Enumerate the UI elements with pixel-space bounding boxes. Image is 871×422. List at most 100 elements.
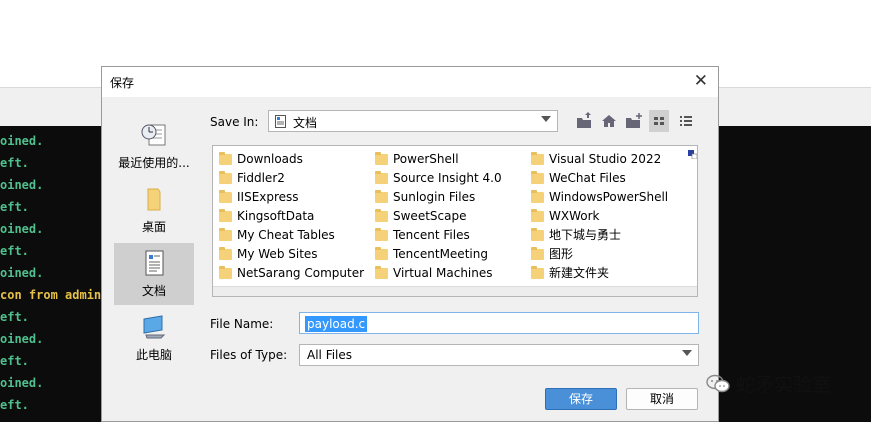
file-type-value: All Files — [307, 348, 353, 362]
folder-name: SweetScape — [393, 209, 467, 223]
terminal-line: eft. — [0, 354, 29, 368]
folder-icon — [531, 247, 544, 260]
new-folder-button[interactable] — [624, 110, 644, 132]
desktop-folder-icon — [147, 188, 161, 211]
terminal-lines: oined. eft. oined. eft. oined. eft. oined. con … — [0, 130, 110, 416]
save-button[interactable]: 保存 — [545, 388, 617, 410]
wechat-icon — [706, 374, 730, 393]
folder-icon — [531, 266, 544, 279]
folder-item[interactable]: My Cheat Tables — [215, 226, 364, 245]
folder-item[interactable]: NetSarang Computer — [215, 264, 364, 283]
folder-item[interactable]: TencentMeeting — [371, 245, 502, 264]
place-label: 文档 — [141, 284, 166, 298]
file-type-label: Files of Type: — [210, 348, 288, 362]
folder-item[interactable]: Downloads — [215, 150, 364, 169]
terminal-line: oined. — [0, 332, 44, 346]
terminal-line: con from admin@ — [0, 288, 109, 302]
terminal-line: eft. — [0, 200, 29, 214]
details-view-icon — [680, 116, 692, 126]
file-column: PowerShell Source Insight 4.0 Sunlogin Fil… — [371, 150, 502, 283]
terminal-line: eft. — [0, 310, 29, 324]
home-button[interactable] — [599, 110, 619, 132]
list-view-button[interactable] — [649, 110, 669, 132]
save-in-combo[interactable]: 文档 — [268, 110, 558, 132]
file-list[interactable]: Downloads Fiddler2 IISExpress KingsoftData M… — [212, 145, 698, 297]
terminal-line: oined. — [0, 376, 44, 390]
folder-item[interactable]: Fiddler2 — [215, 169, 364, 188]
save-in-value: 文档 — [293, 116, 318, 130]
folder-item[interactable]: Tencent Files — [371, 226, 502, 245]
folder-item[interactable]: Source Insight 4.0 — [371, 169, 502, 188]
dialog-titlebar: 保存 ✕ — [102, 67, 718, 97]
folder-icon — [219, 228, 232, 241]
file-name-value: payload.c — [305, 316, 368, 332]
folder-item[interactable]: PowerShell — [371, 150, 502, 169]
folder-name: WXWork — [549, 209, 600, 223]
cancel-button[interactable]: 取消 — [626, 388, 698, 410]
folder-icon — [375, 266, 388, 279]
folder-name: TencentMeeting — [393, 247, 488, 261]
folder-item[interactable]: WindowsPowerShell — [527, 188, 668, 207]
folder-name: KingsoftData — [237, 209, 315, 223]
folder-name: Virtual Machines — [393, 266, 493, 280]
folder-item[interactable]: SweetScape — [371, 207, 502, 226]
chevron-down-icon[interactable] — [682, 350, 692, 356]
place-recent[interactable]: 最近使用的... — [114, 115, 194, 177]
folder-item[interactable]: 图形 — [527, 245, 668, 264]
folder-name: NetSarang Computer — [237, 266, 365, 280]
folder-icon — [531, 228, 544, 241]
file-name-input[interactable]: payload.c — [299, 312, 699, 334]
folder-name: 新建文件夹 — [549, 266, 610, 280]
folder-item[interactable]: 地下城与勇士 — [527, 226, 668, 245]
list-view-icon — [654, 117, 664, 125]
terminal-line: eft. — [0, 156, 29, 170]
folder-icon — [375, 209, 388, 222]
folder-name: Source Insight 4.0 — [393, 171, 502, 185]
folder-icon — [219, 247, 232, 260]
folder-item[interactable]: My Web Sites — [215, 245, 364, 264]
up-folder-button[interactable] — [574, 110, 594, 132]
documents-icon — [145, 250, 164, 276]
folder-icon — [375, 247, 388, 260]
folder-icon — [219, 266, 232, 279]
folder-item[interactable]: WeChat Files — [527, 169, 668, 188]
close-icon[interactable]: ✕ — [694, 71, 708, 91]
folder-item[interactable]: 新建文件夹 — [527, 264, 668, 283]
file-type-select[interactable]: All Files — [299, 344, 699, 366]
horizontal-scrollbar[interactable] — [213, 286, 697, 296]
folder-name: Sunlogin Files — [393, 190, 476, 204]
place-documents[interactable]: 文档 — [114, 243, 194, 305]
folder-icon — [219, 209, 232, 222]
folder-icon — [375, 171, 388, 184]
place-label: 此电脑 — [135, 348, 172, 362]
folder-icon — [531, 152, 544, 165]
folder-name: Visual Studio 2022 — [549, 152, 662, 166]
save-in-label: Save In: — [210, 115, 259, 129]
folder-name: Fiddler2 — [237, 171, 285, 185]
folder-icon — [531, 171, 544, 184]
folder-item[interactable]: KingsoftData — [215, 207, 364, 226]
place-desktop[interactable]: 桌面 — [114, 179, 194, 241]
place-label: 桌面 — [141, 220, 166, 234]
home-icon — [602, 115, 616, 127]
folder-item[interactable]: Visual Studio 2022 — [527, 150, 668, 169]
document-folder-icon — [275, 115, 286, 128]
places-sidebar: 最近使用的... 桌面 文档 此电脑 — [114, 115, 200, 371]
folder-name: WeChat Files — [549, 171, 626, 185]
folder-icon — [531, 209, 544, 222]
details-view-button[interactable] — [676, 110, 696, 132]
folder-name: Downloads — [237, 152, 303, 166]
folder-name: Tencent Files — [393, 228, 470, 242]
folder-icon — [531, 190, 544, 203]
watermark-text: 蛇矛实验室 — [736, 374, 832, 396]
chevron-down-icon[interactable] — [541, 116, 551, 122]
terminal-line: eft. — [0, 244, 29, 258]
folder-item[interactable]: WXWork — [527, 207, 668, 226]
folder-name: IISExpress — [237, 190, 299, 204]
folder-icon — [219, 152, 232, 165]
file-column: Visual Studio 2022 WeChat Files WindowsPow… — [527, 150, 668, 283]
folder-item[interactable]: Virtual Machines — [371, 264, 502, 283]
folder-item[interactable]: Sunlogin Files — [371, 188, 502, 207]
folder-item[interactable]: IISExpress — [215, 188, 364, 207]
place-this-pc[interactable]: 此电脑 — [114, 307, 194, 369]
